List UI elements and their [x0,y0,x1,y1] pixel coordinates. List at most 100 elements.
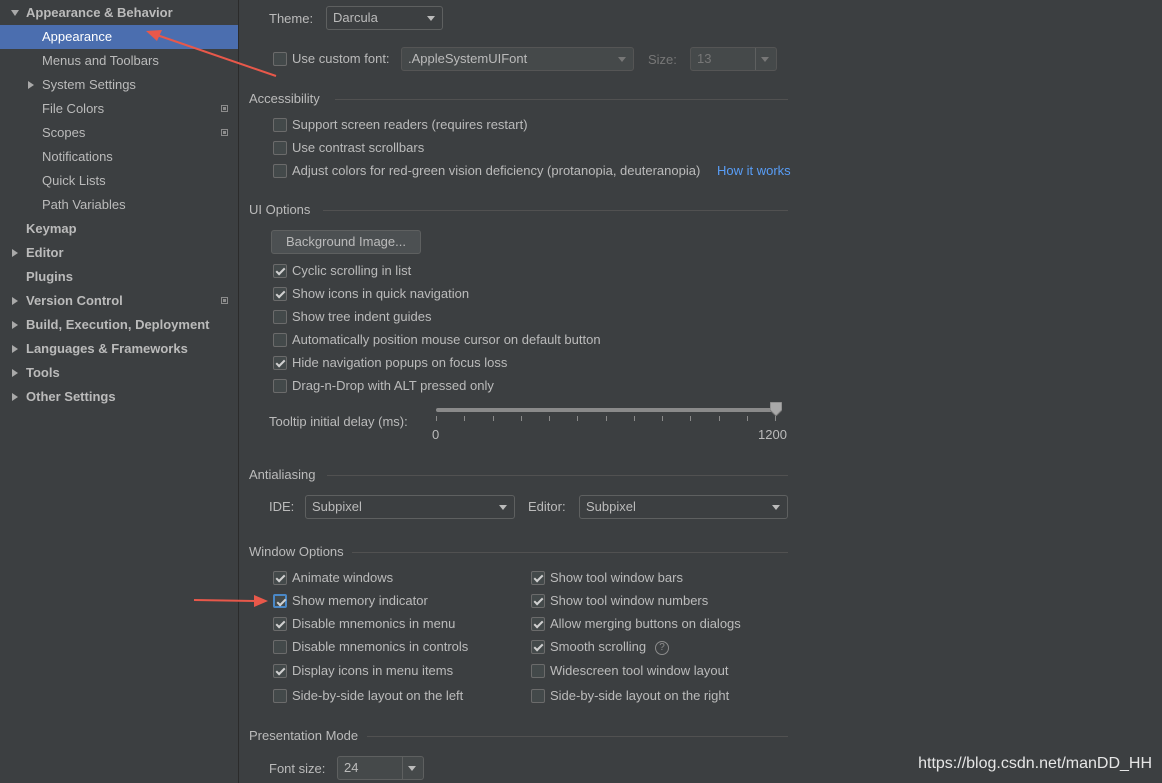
section-separator [323,210,788,211]
tree-item-label: Appearance [42,29,113,44]
editor-antialiasing-dropdown[interactable]: Subpixel [579,495,788,519]
show-tool-window-bars-checkbox[interactable] [531,571,545,585]
theme-value: Darcula [333,10,378,25]
show-memory-indicator-label: Show memory indicator [292,593,428,608]
font-size-dropdown[interactable]: 13 [690,47,777,71]
tree-item-keymap[interactable]: Keymap [0,217,238,241]
tree-item-languages[interactable]: Languages & Frameworks [0,337,238,361]
contrast-scrollbars-label: Use contrast scrollbars [292,140,425,155]
tree-item-path-variables[interactable]: Path Variables [0,193,238,217]
section-separator [367,736,788,737]
slider-thumb[interactable] [769,401,783,417]
drag-n-drop-alt-checkbox[interactable] [273,379,287,393]
disable-mnemonics-controls-label: Disable mnemonics in controls [292,639,469,654]
tree-item-label: Languages & Frameworks [26,341,188,356]
tree-item-build-execution[interactable]: Build, Execution, Deployment [0,313,238,337]
smooth-scrolling-checkbox[interactable] [531,640,545,654]
slider-thumb-icon [769,401,783,417]
tree-item-label: Other Settings [26,389,116,404]
custom-font-dropdown[interactable]: .AppleSystemUIFont [401,47,634,71]
tree-item-file-colors[interactable]: File Colors [0,97,238,121]
tree-item-label: Plugins [26,269,73,284]
side-by-side-left-checkbox[interactable] [273,689,287,703]
font-size-value: 13 [697,51,712,66]
tree-item-label: Quick Lists [42,173,106,188]
presentation-font-size-value: 24 [344,760,359,775]
slider-tick [549,416,550,421]
widescreen-layout-label: Widescreen tool window layout [550,663,729,678]
ide-antialiasing-value: Subpixel [312,499,362,514]
tree-item-label: Tools [26,365,60,380]
disable-mnemonics-controls-checkbox[interactable] [273,640,287,654]
chevron-down-icon [499,505,507,510]
cyclic-scrolling-label: Cyclic scrolling in list [292,263,412,278]
auto-position-mouse-checkbox[interactable] [273,333,287,347]
slider-tick [690,416,691,421]
chevron-down-icon [427,16,435,21]
show-icons-quick-nav-checkbox[interactable] [273,287,287,301]
animate-windows-checkbox[interactable] [273,571,287,585]
tree-item-label: File Colors [42,101,105,116]
tree-item-notifications[interactable]: Notifications [0,145,238,169]
font-size-label: Size: [648,52,677,67]
tree-item-label: Appearance & Behavior [26,5,173,20]
tree-item-other-settings[interactable]: Other Settings [0,385,238,409]
show-icons-quick-nav-label: Show icons in quick navigation [292,286,470,301]
chevron-down-icon [11,10,19,16]
show-tree-indent-checkbox[interactable] [273,310,287,324]
tree-item-label: Version Control [26,293,123,308]
screen-readers-checkbox[interactable] [273,118,287,132]
ide-antialiasing-dropdown[interactable]: Subpixel [305,495,515,519]
presentation-mode-section-title: Presentation Mode [249,728,359,743]
help-icon[interactable]: ? [655,641,669,655]
editor-antialiasing-value: Subpixel [586,499,636,514]
adjust-colors-checkbox[interactable] [273,164,287,178]
hide-nav-popups-checkbox[interactable] [273,356,287,370]
presentation-font-size-dropdown[interactable]: 24 [337,756,424,780]
window-options-section-title: Window Options [249,544,344,559]
drag-n-drop-alt-label: Drag-n-Drop with ALT pressed only [292,378,494,393]
tree-item-version-control[interactable]: Version Control [0,289,238,313]
how-it-works-link[interactable]: How it works [717,163,791,179]
display-icons-menu-label: Display icons in menu items [292,663,454,678]
chevron-right-icon [12,393,18,401]
combo-divider [755,48,756,70]
tree-item-quick-lists[interactable]: Quick Lists [0,169,238,193]
disable-mnemonics-menu-checkbox[interactable] [273,617,287,631]
ide-antialiasing-label: IDE: [269,499,295,514]
slider-ticks [436,416,776,422]
animate-windows-label: Animate windows [292,570,394,585]
side-by-side-right-checkbox[interactable] [531,689,545,703]
side-by-side-right-label: Side-by-side layout on the right [550,688,730,703]
show-tool-window-numbers-checkbox[interactable] [531,594,545,608]
accessibility-section-title: Accessibility [249,91,320,106]
slider-tick [606,416,607,421]
project-level-icon [221,129,228,136]
tree-item-label: Notifications [42,149,113,164]
chevron-down-icon [761,57,769,62]
tree-item-editor[interactable]: Editor [0,241,238,265]
contrast-scrollbars-checkbox[interactable] [273,141,287,155]
slider-tick [662,416,663,421]
widescreen-layout-checkbox[interactable] [531,664,545,678]
presentation-font-size-label: Font size: [269,761,326,776]
tree-item-appearance-behavior[interactable]: Appearance & Behavior [0,1,238,25]
use-custom-font-label: Use custom font: [292,51,390,66]
tree-item-tools[interactable]: Tools [0,361,238,385]
tooltip-delay-slider[interactable]: 0 1200 [432,401,787,442]
background-image-button[interactable]: Background Image... [271,230,421,254]
allow-merging-buttons-checkbox[interactable] [531,617,545,631]
tree-item-plugins[interactable]: Plugins [0,265,238,289]
theme-dropdown[interactable]: Darcula [326,6,443,30]
settings-tree: Appearance & Behavior Appearance Menus a… [0,0,239,783]
tree-item-scopes[interactable]: Scopes [0,121,238,145]
show-memory-indicator-checkbox[interactable] [273,594,287,608]
auto-position-mouse-label: Automatically position mouse cursor on d… [292,332,601,347]
cyclic-scrolling-checkbox[interactable] [273,264,287,278]
chevron-right-icon [12,249,18,257]
slider-max-label: 1200 [758,427,787,442]
antialiasing-section-title: Antialiasing [249,467,316,482]
chevron-down-icon [772,505,780,510]
slider-tick [436,416,437,421]
display-icons-menu-checkbox[interactable] [273,664,287,678]
